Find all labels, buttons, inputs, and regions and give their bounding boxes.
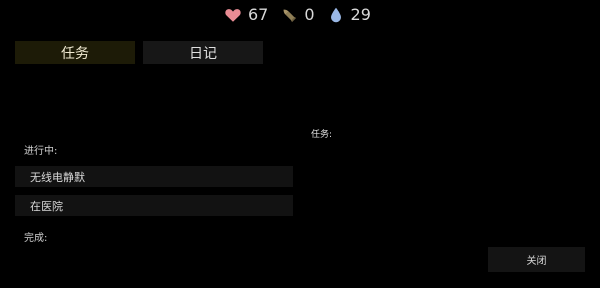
tab-quests-label: 任务 xyxy=(61,45,89,62)
quest-item-in-hospital[interactable]: 在医院 xyxy=(15,195,293,216)
quest-item-label: 无线电静默 xyxy=(30,170,85,184)
close-button-label: 关闭 xyxy=(526,256,547,267)
tab-quests[interactable]: 任务 xyxy=(15,41,135,64)
ammo-stat: 0 xyxy=(280,4,315,26)
active-quests-heading: 进行中: xyxy=(24,146,58,157)
status-bar: 67 0 29 xyxy=(224,4,371,26)
quest-item-radio-silence[interactable]: 无线电静默 xyxy=(15,166,293,187)
water-drop-icon xyxy=(330,7,341,23)
quest-item-label: 在医院 xyxy=(30,199,63,213)
water-value: 29 xyxy=(350,5,371,24)
ammo-value: 0 xyxy=(304,5,315,24)
bullet-icon xyxy=(283,9,297,23)
close-button[interactable]: 关闭 xyxy=(488,247,585,272)
tab-diary[interactable]: 日记 xyxy=(143,41,263,64)
health-value: 67 xyxy=(248,5,269,24)
tab-diary-label: 日记 xyxy=(189,45,217,62)
quest-detail-label: 任务: xyxy=(311,130,333,140)
health-stat: 67 xyxy=(224,4,268,26)
heart-icon xyxy=(225,9,241,22)
completed-quests-heading: 完成: xyxy=(24,233,48,244)
water-stat: 29 xyxy=(327,4,371,26)
